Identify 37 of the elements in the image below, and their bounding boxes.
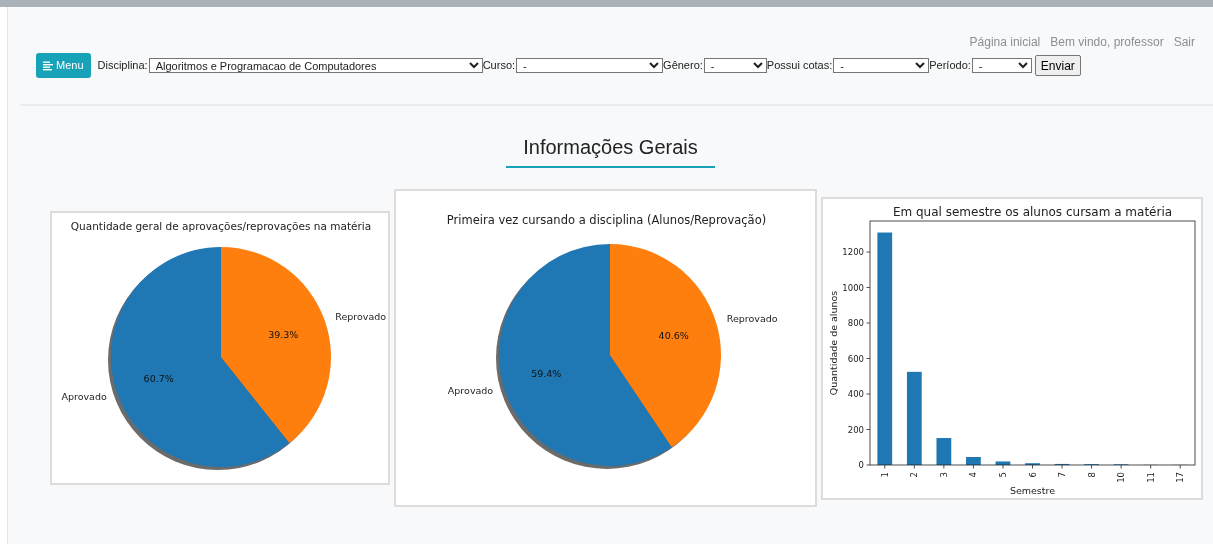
tick-label: 1000 — [842, 282, 864, 293]
slice-label: Aprovado — [447, 384, 494, 396]
chart-title: Quantidade geral de aprovações/reprovações na matéria — [70, 220, 372, 232]
axis-title: Semestre — [1009, 485, 1056, 496]
filter-label: Gênero: — [663, 58, 703, 74]
percent-label: 59.4% — [531, 368, 562, 380]
tick-label: 11 — [1145, 472, 1156, 483]
percent-label: 39.3% — [268, 329, 299, 341]
filter-label: Disciplina: — [97, 58, 148, 74]
tick-label: 8 — [1086, 472, 1097, 478]
percent-label: 60.7% — [143, 372, 174, 384]
tick-label: 400 — [847, 389, 864, 399]
tick-label: 600 — [847, 353, 864, 364]
filter-label: Período: — [929, 58, 971, 74]
tick-label: 800 — [847, 318, 864, 329]
percent-label: 40.6% — [658, 329, 689, 341]
slice-label: Reprovado — [726, 313, 778, 325]
axis-title: Quantidade de alunos — [828, 290, 839, 396]
tick-label: 200 — [847, 424, 864, 435]
tick-label: 3 — [938, 472, 949, 478]
slice-label: Aprovado — [61, 390, 107, 402]
page-heading: Informações Gerais — [506, 132, 715, 168]
tick-label: 5 — [997, 472, 1008, 478]
chart-title: Primeira vez cursando a disciplina (Alunos/Reprovação) — [446, 213, 767, 227]
tick-label: 10 — [1116, 472, 1127, 483]
tick-label: 1 — [879, 472, 890, 478]
tick-label: 0 — [858, 460, 864, 470]
tick-label: 4 — [968, 472, 979, 478]
tick-label: 1200 — [842, 247, 864, 258]
tick-label: 2 — [909, 472, 920, 478]
tick-label: 17 — [1175, 472, 1186, 483]
tick-label: 6 — [1027, 472, 1038, 478]
filter-label: Possui cotas: — [766, 58, 833, 74]
slice-label: Reprovado — [335, 311, 387, 323]
tick-label: 7 — [1057, 472, 1068, 478]
chart-title: Em qual semestre os alunos cursam a matéria — [892, 205, 1173, 219]
filter-label: Curso: — [482, 58, 516, 74]
